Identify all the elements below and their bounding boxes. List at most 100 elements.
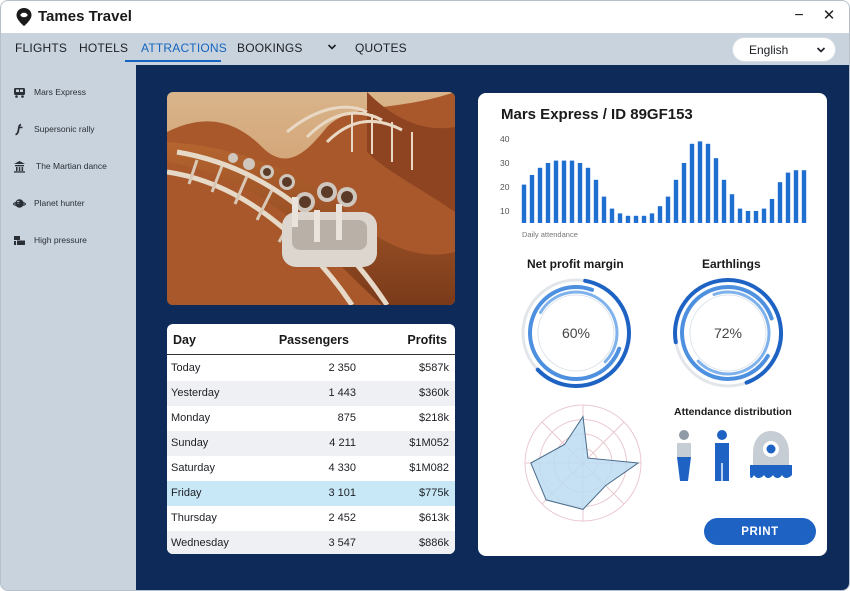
attendance-bar — [801, 170, 807, 223]
column-header-profits[interactable]: Profits — [407, 333, 447, 347]
tab-bookings[interactable]: BOOKINGS — [237, 41, 303, 55]
attendance-bar — [729, 194, 735, 223]
attendance-bar — [601, 196, 607, 223]
donut-value-label: 60% — [562, 325, 590, 341]
cell-profits: $1M052 — [409, 437, 449, 449]
attendance-bar — [769, 199, 775, 223]
title-bar: Tames Travel − ✕ — [1, 1, 849, 33]
cell-passengers: 875 — [337, 412, 356, 424]
chevron-down-icon — [816, 47, 826, 53]
cell-day: Saturday — [171, 462, 216, 474]
donut-value-label: 72% — [714, 325, 742, 341]
cell-profits: $587k — [419, 362, 449, 374]
cell-profits: $1M082 — [409, 462, 449, 474]
attendance-table: Day Passengers Profits Today 2 350 $587k Ye… — [167, 324, 455, 554]
table-row[interactable]: Sunday 4 211 $1M052 — [167, 431, 455, 456]
sidebar-item-label: Planet hunter — [34, 198, 85, 208]
person-icon — [677, 430, 691, 481]
table-row[interactable]: Monday 875 $218k — [167, 406, 455, 431]
cell-profits: $218k — [419, 412, 449, 424]
nav-bar: FLIGHTS HOTELS ATTRACTIONS BOOKINGS QUOT… — [1, 33, 849, 65]
language-value: English — [749, 43, 789, 57]
attendance-bar — [753, 211, 759, 223]
alien-icon — [750, 431, 792, 478]
attendance-bar — [585, 167, 591, 223]
column-header-day[interactable]: Day — [173, 333, 196, 347]
attendance-bar — [521, 184, 527, 223]
attendance-bar — [633, 215, 639, 223]
attendance-bar — [665, 196, 671, 223]
dance-icon — [14, 161, 25, 173]
cell-profits: $775k — [419, 487, 449, 499]
attendance-bar — [689, 143, 695, 223]
attendance-bar — [657, 206, 663, 223]
sidebar: Mars Express Supersonic rally The Martia… — [1, 65, 136, 590]
tab-hotels[interactable]: HOTELS — [79, 41, 128, 55]
earthlings-donut: 72% — [673, 278, 783, 388]
attendance-bar — [537, 167, 543, 223]
attendance-bar — [569, 160, 575, 223]
attendance-bar — [793, 170, 799, 223]
close-button[interactable]: ✕ — [821, 6, 837, 26]
attendance-bar — [761, 208, 767, 223]
sidebar-item-label: Mars Express — [34, 87, 86, 97]
table-row[interactable]: Today 2 350 $587k — [167, 356, 455, 381]
y-tick-label: 10 — [500, 206, 510, 216]
attendance-bar — [577, 163, 583, 223]
y-tick-label: 20 — [500, 182, 510, 192]
sidebar-item-supersonic-rally[interactable]: Supersonic rally — [1, 117, 136, 143]
cell-day: Yesterday — [171, 387, 220, 399]
cell-day: Thursday — [171, 512, 217, 524]
app-window: Tames Travel − ✕ FLIGHTS HOTELS ATTRACTI… — [0, 0, 850, 591]
attendance-bar — [697, 141, 703, 223]
main-content: Day Passengers Profits Today 2 350 $587k Ye… — [136, 65, 849, 590]
print-button[interactable]: PRINT — [704, 518, 816, 545]
table-row[interactable]: Saturday 4 330 $1M082 — [167, 456, 455, 481]
chevron-down-icon[interactable] — [326, 40, 338, 54]
cell-day: Today — [171, 362, 201, 374]
attendance-bar — [673, 179, 679, 223]
sidebar-item-label: Supersonic rally — [34, 124, 95, 134]
tab-quotes[interactable]: QUOTES — [355, 41, 407, 55]
cell-passengers: 4 211 — [329, 437, 356, 449]
attendance-bar — [713, 158, 719, 223]
minimize-button[interactable]: − — [791, 6, 807, 26]
sidebar-item-high-pressure[interactable]: High pressure — [1, 228, 136, 254]
cell-day: Wednesday — [171, 537, 229, 549]
radar-series — [530, 415, 640, 510]
tab-attractions[interactable]: ATTRACTIONS — [141, 41, 227, 55]
cell-profits: $360k — [419, 387, 449, 399]
attendance-bar — [705, 143, 711, 223]
table-row[interactable]: Yesterday 1 443 $360k — [167, 381, 455, 406]
table-row[interactable]: Thursday 2 452 $613k — [167, 506, 455, 531]
sidebar-item-planet-hunter[interactable]: Planet hunter — [1, 191, 136, 217]
column-header-passengers[interactable]: Passengers — [279, 333, 349, 347]
language-select[interactable]: English — [732, 37, 836, 62]
earthlings-title: Earthlings — [702, 257, 761, 271]
sidebar-item-label: The Martian dance — [36, 161, 107, 171]
attendance-bar — [737, 208, 743, 223]
tab-flights[interactable]: FLIGHTS — [15, 41, 67, 55]
attendance-bar — [625, 215, 631, 223]
sidebar-item-mars-express[interactable]: Mars Express — [1, 80, 136, 106]
y-tick-label: 40 — [500, 134, 510, 144]
attendance-bar — [529, 175, 535, 223]
rally-icon — [15, 123, 23, 136]
attendance-bar — [641, 215, 647, 223]
cell-passengers: 2 350 — [328, 362, 356, 374]
cell-passengers: 1 443 — [328, 387, 356, 399]
cell-passengers: 4 330 — [328, 462, 356, 474]
sidebar-item-martian-dance[interactable]: The Martian dance — [1, 154, 136, 180]
attendance-bar — [745, 211, 751, 223]
panel-title: Mars Express / ID 89GF153 — [501, 106, 693, 123]
radar-chart — [524, 404, 642, 522]
table-row[interactable]: Wednesday 3 547 $886k — [167, 531, 455, 554]
cell-day: Monday — [171, 412, 211, 424]
map-pin-logo-icon — [16, 8, 32, 26]
attendance-bar — [617, 213, 623, 223]
cell-profits: $886k — [419, 537, 449, 549]
attendance-distribution-title: Attendance distribution — [674, 406, 792, 418]
attendance-bar — [721, 179, 727, 223]
attendance-bar-chart: 10 20 30 40 Daily attendance — [500, 134, 807, 239]
table-row[interactable]: Friday 3 101 $775k — [167, 481, 455, 506]
